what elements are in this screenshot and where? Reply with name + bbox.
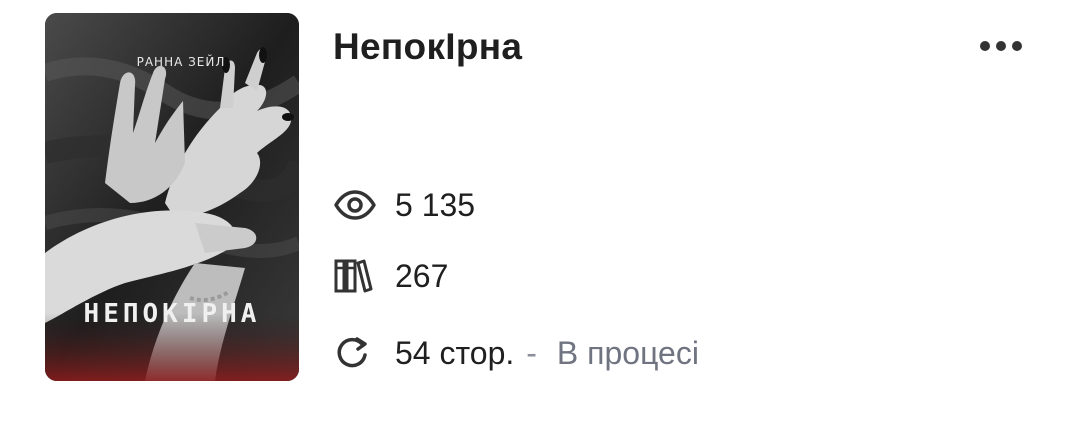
cover-title-text: НЕПОКІРНА: [83, 299, 261, 329]
more-horizontal-icon-dot: [996, 41, 1006, 51]
pages-count: 54 стор.: [395, 334, 515, 371]
book-title[interactable]: НепокІрна: [333, 26, 522, 68]
views-count: 5 135: [395, 186, 476, 223]
status-text: В процесі: [556, 334, 699, 371]
books-icon: [333, 256, 377, 296]
more-horizontal-icon-dot: [1012, 41, 1022, 51]
library-count: 267: [395, 257, 449, 294]
stat-separator: -: [526, 334, 537, 371]
more-options-button[interactable]: [968, 30, 1034, 62]
library-stat: 267: [333, 256, 448, 296]
more-horizontal-icon: [980, 41, 990, 51]
book-cover[interactable]: РАННА ЗЕЙЛ НЕПОКІРНА: [45, 13, 299, 381]
pages-stat: 54 стор. - В процесі: [333, 333, 699, 373]
views-stat: 5 135: [333, 185, 475, 225]
cover-author-text: РАННА ЗЕЙЛ: [136, 55, 226, 69]
refresh-icon: [333, 333, 377, 373]
book-card[interactable]: РАННА ЗЕЙЛ НЕПОКІРНА НепокІрна 5 135 267…: [0, 0, 1080, 428]
eye-icon: [333, 185, 377, 225]
